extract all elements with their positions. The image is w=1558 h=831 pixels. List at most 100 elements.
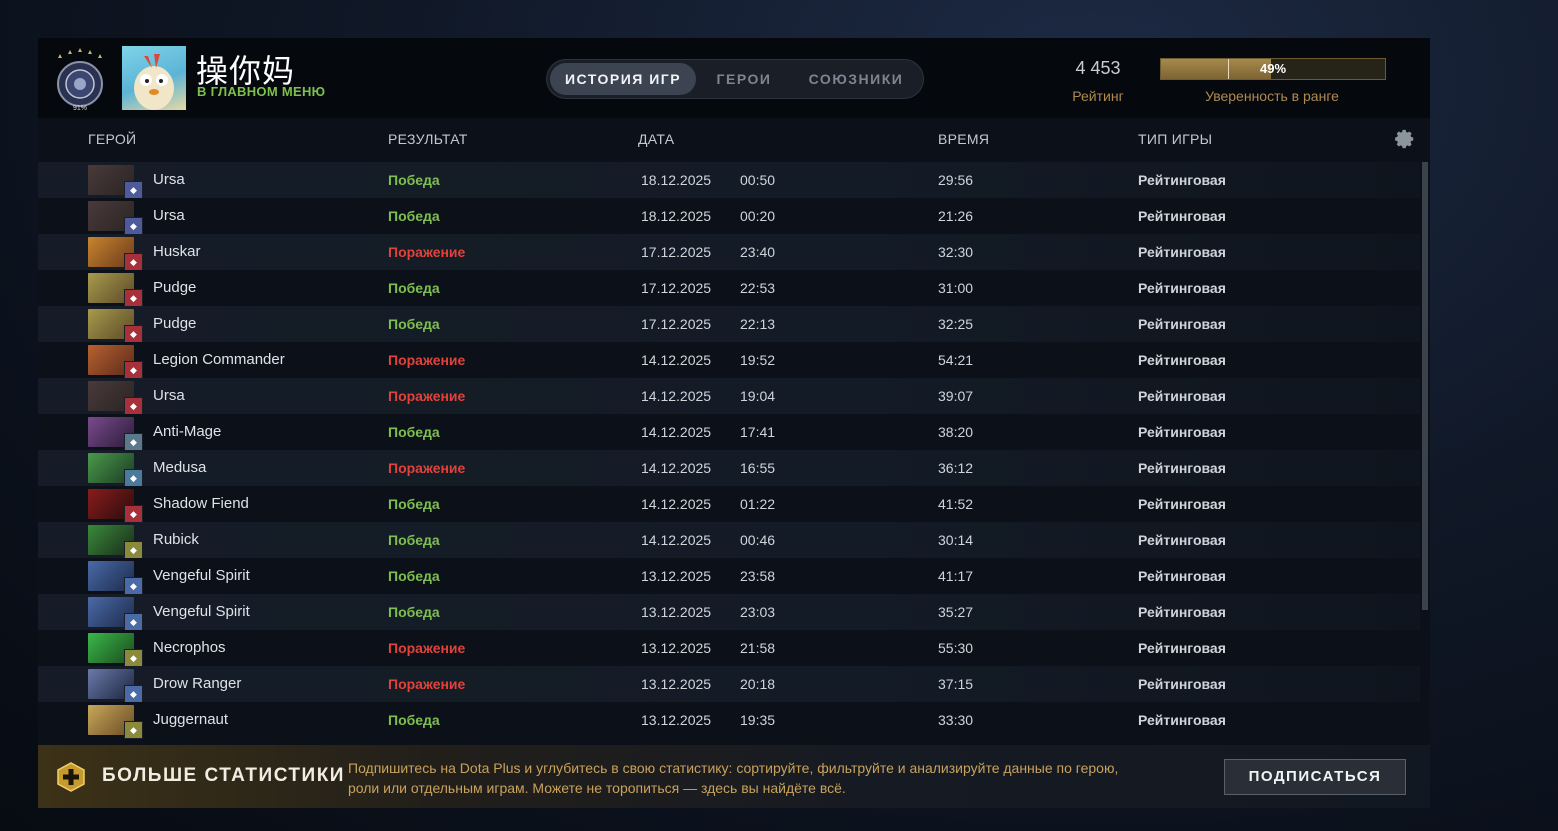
match-time: 23:40 [740,244,776,260]
match-time: 00:20 [740,208,776,224]
hero-name: Shadow Fiend [153,495,249,512]
match-duration: 41:52 [938,496,974,512]
match-time: 20:18 [740,676,776,692]
rank-medal-number: 91% [73,105,87,112]
avatar-image [134,54,174,110]
match-result: Победа [388,532,440,548]
match-time: 21:58 [740,640,776,656]
match-date: 14.12.2025 [641,352,712,368]
match-duration: 21:26 [938,208,974,224]
match-row[interactable]: ◆ Ursa Поражение 14.12.2025 19:04 39:07 … [38,378,1420,415]
match-result: Победа [388,424,440,440]
match-duration: 41:17 [938,568,974,584]
match-row[interactable]: ◆ Ursa Победа 18.12.2025 00:50 29:56 Рей… [38,162,1420,199]
game-mode: Рейтинговая [1138,316,1226,332]
hero-name: Legion Commander [153,351,285,368]
game-mode: Рейтинговая [1138,568,1226,584]
match-row[interactable]: ◆ Ursa Победа 18.12.2025 00:20 21:26 Рей… [38,198,1420,235]
match-row[interactable]: ◆ Shadow Fiend Победа 14.12.2025 01:22 4… [38,486,1420,523]
match-result: Поражение [388,388,466,404]
match-time: 19:04 [740,388,776,404]
match-result: Победа [388,280,440,296]
hero-name: Anti-Mage [153,423,222,440]
match-result: Поражение [388,640,466,656]
match-duration: 30:14 [938,532,974,548]
role-badge-icon: ◆ [124,577,143,595]
hero-name: Vengeful Spirit [153,603,250,620]
column-header-hero[interactable]: ГЕРОЙ [88,131,136,147]
avatar[interactable] [122,46,186,110]
match-history-panel: 91% 操你妈 В ГЛАВНОМ МЕНЮ ИСТОРИЯ ИГР ГЕРОИ… [38,38,1430,808]
match-date: 14.12.2025 [641,388,712,404]
match-list: ◆ Ursa Победа 18.12.2025 00:50 29:56 Рей… [38,162,1420,739]
column-header-date[interactable]: ДАТА [638,131,674,147]
role-badge-icon: ◆ [124,181,143,199]
hero-name: Medusa [153,459,207,476]
match-result: Победа [388,208,440,224]
rank-medal-icon: 91% [57,48,103,112]
role-badge-icon: ◆ [124,397,143,415]
match-duration: 38:20 [938,424,974,440]
game-mode: Рейтинговая [1138,604,1226,620]
hero-name: Necrophos [153,639,226,656]
match-date: 13.12.2025 [641,712,712,728]
match-time: 00:50 [740,172,776,188]
match-date: 17.12.2025 [641,244,712,260]
match-row[interactable]: ◆ Pudge Победа 17.12.2025 22:53 31:00 Ре… [38,270,1420,307]
column-header-game-mode[interactable]: ТИП ИГРЫ [1138,131,1212,147]
match-row[interactable]: ◆ Legion Commander Поражение 14.12.2025 … [38,342,1420,379]
match-time: 19:52 [740,352,776,368]
match-row[interactable]: ◆ Necrophos Поражение 13.12.2025 21:58 5… [38,630,1420,667]
match-duration: 29:56 [938,172,974,188]
match-result: Победа [388,496,440,512]
match-result: Победа [388,568,440,584]
match-date: 17.12.2025 [641,316,712,332]
hero-name: Ursa [153,171,185,188]
game-mode: Рейтинговая [1138,676,1226,692]
rank-confidence-percent: 49% [1259,61,1287,76]
match-row[interactable]: ◆ Rubick Победа 14.12.2025 00:46 30:14 Р… [38,522,1420,559]
hero-name: Pudge [153,279,197,296]
match-date: 14.12.2025 [641,460,712,476]
hero-name: Ursa [153,387,185,404]
match-result: Победа [388,604,440,620]
tab-bar: ИСТОРИЯ ИГР ГЕРОИ СОЮЗНИКИ [546,59,924,99]
role-badge-icon: ◆ [124,649,143,667]
settings-gear-icon[interactable] [1394,128,1416,150]
match-row[interactable]: ◆ Vengeful Spirit Победа 13.12.2025 23:0… [38,594,1420,631]
match-date: 14.12.2025 [641,532,712,548]
match-date: 13.12.2025 [641,676,712,692]
match-result: Поражение [388,460,466,476]
dota-plus-icon [57,762,85,792]
game-mode: Рейтинговая [1138,460,1226,476]
subscribe-button[interactable]: ПОДПИСАТЬСЯ [1224,759,1406,795]
match-duration: 55:30 [938,640,974,656]
promo-title: БОЛЬШЕ СТАТИСТИКИ [102,765,345,786]
game-mode: Рейтинговая [1138,640,1226,656]
column-header-duration[interactable]: ВРЕМЯ [938,131,989,147]
column-header-result[interactable]: РЕЗУЛЬТАТ [388,131,468,147]
match-date: 18.12.2025 [641,172,712,188]
match-date: 14.12.2025 [641,424,712,440]
game-mode: Рейтинговая [1138,352,1226,368]
match-duration: 36:12 [938,460,974,476]
match-row[interactable]: ◆ Drow Ranger Поражение 13.12.2025 20:18… [38,666,1420,703]
match-row[interactable]: ◆ Pudge Победа 17.12.2025 22:13 32:25 Ре… [38,306,1420,343]
match-row[interactable]: ◆ Anti-Mage Победа 14.12.2025 17:41 38:2… [38,414,1420,451]
rating-value: 4 453 [1075,58,1121,78]
match-result: Поражение [388,352,466,368]
match-row[interactable]: ◆ Juggernaut Победа 13.12.2025 19:35 33:… [38,702,1420,739]
game-mode: Рейтинговая [1138,424,1226,440]
tab-heroes[interactable]: ГЕРОИ [699,63,789,95]
role-badge-icon: ◆ [124,289,143,307]
tab-match-history[interactable]: ИСТОРИЯ ИГР [550,63,696,95]
match-row[interactable]: ◆ Huskar Поражение 17.12.2025 23:40 32:3… [38,234,1420,271]
match-date: 13.12.2025 [641,604,712,620]
match-row[interactable]: ◆ Medusa Поражение 14.12.2025 16:55 36:1… [38,450,1420,487]
match-result: Поражение [388,676,466,692]
tab-allies[interactable]: СОЮЗНИКИ [793,63,919,95]
scrollbar-thumb[interactable] [1422,162,1428,610]
match-time: 01:22 [740,496,776,512]
match-row[interactable]: ◆ Vengeful Spirit Победа 13.12.2025 23:5… [38,558,1420,595]
hero-name: Pudge [153,315,197,332]
